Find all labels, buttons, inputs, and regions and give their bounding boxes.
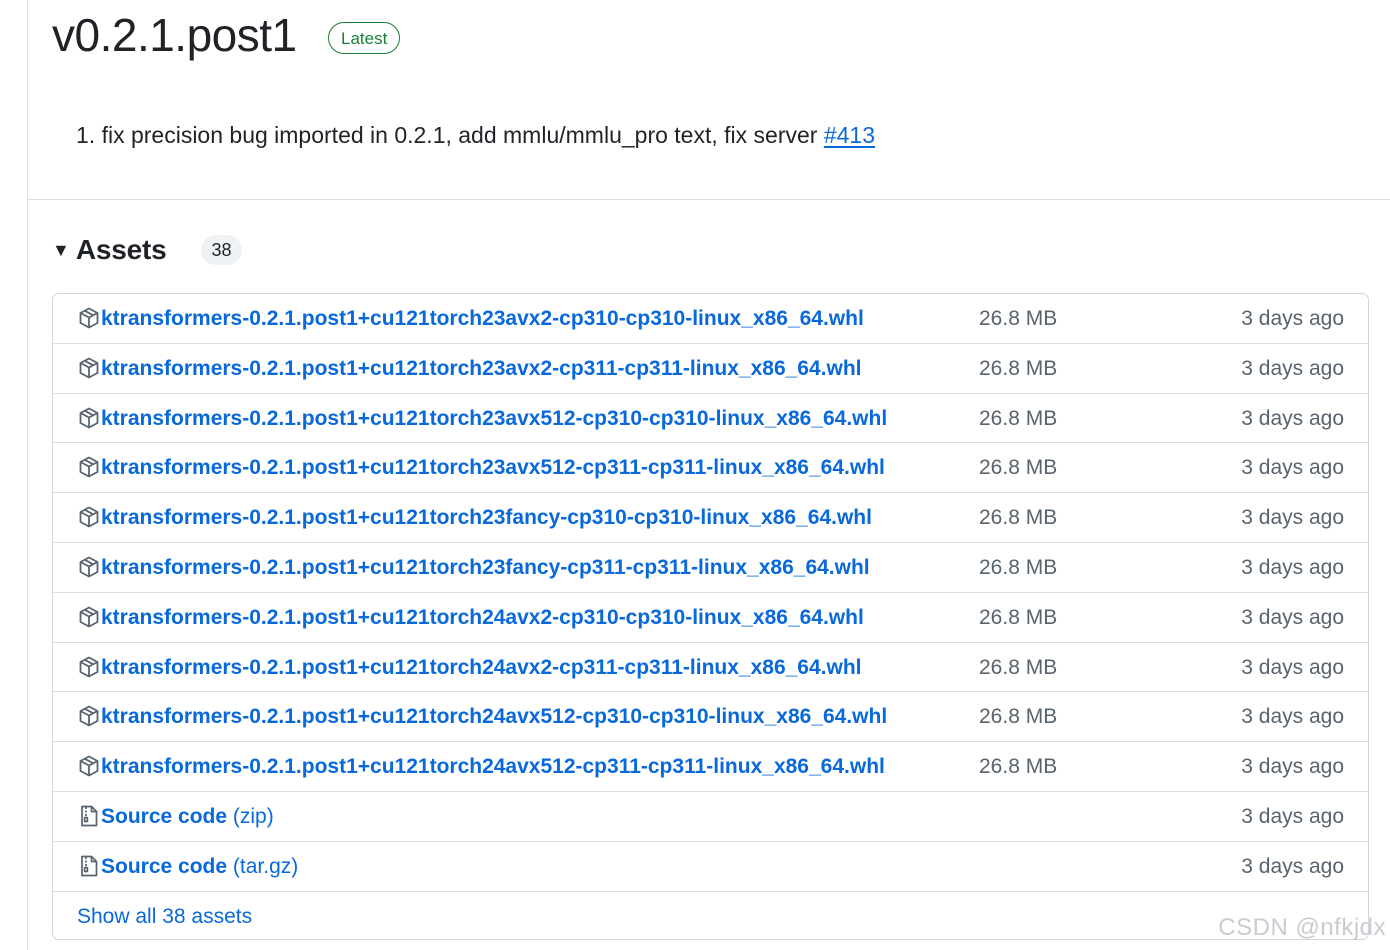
asset-date: 3 days ago xyxy=(1241,555,1344,579)
asset-download-link[interactable]: ktransformers-0.2.1.post1+cu121torch24av… xyxy=(101,692,887,742)
package-icon xyxy=(77,704,101,728)
asset-download-link[interactable]: ktransformers-0.2.1.post1+cu121torch23av… xyxy=(101,443,885,493)
source-code-format: (tar.gz) xyxy=(232,854,299,878)
asset-size: 26.8 MB xyxy=(979,755,1058,779)
asset-download-link[interactable]: ktransformers-0.2.1.post1+cu121torch23av… xyxy=(101,394,887,444)
asset-size: 26.8 MB xyxy=(979,605,1058,629)
watermark: CSDN @nfkjdx xyxy=(1218,914,1386,941)
asset-date: 3 days ago xyxy=(1241,456,1344,480)
source-code-row: Source code (zip) 3 days ago xyxy=(53,792,1368,842)
source-code-label: Source code xyxy=(101,854,228,878)
file-zip-icon xyxy=(77,854,101,878)
release-title[interactable]: v0.2.1.post1 xyxy=(52,4,297,66)
asset-row: ktransformers-0.2.1.post1+cu121torch23av… xyxy=(53,344,1368,394)
asset-size: 26.8 MB xyxy=(979,456,1058,480)
asset-row: ktransformers-0.2.1.post1+cu121torch24av… xyxy=(53,593,1368,643)
asset-download-link[interactable]: ktransformers-0.2.1.post1+cu121torch24av… xyxy=(101,643,862,693)
source-code-label: Source code xyxy=(101,804,228,828)
package-icon xyxy=(77,655,101,679)
show-all-row: Show all 38 assets xyxy=(53,892,1368,939)
asset-download-link[interactable]: ktransformers-0.2.1.post1+cu121torch23av… xyxy=(101,344,862,394)
package-icon xyxy=(77,754,101,778)
package-icon xyxy=(77,455,101,479)
asset-date: 3 days ago xyxy=(1241,506,1344,530)
source-code-row: Source code (tar.gz) 3 days ago xyxy=(53,842,1368,892)
asset-size: 26.8 MB xyxy=(979,307,1058,330)
asset-date: 3 days ago xyxy=(1241,804,1344,828)
asset-row: ktransformers-0.2.1.post1+cu121torch23fa… xyxy=(53,543,1368,593)
section-divider xyxy=(28,199,1390,200)
issue-link[interactable]: #413 xyxy=(824,122,875,148)
asset-row: ktransformers-0.2.1.post1+cu121torch24av… xyxy=(53,643,1368,693)
asset-download-link[interactable]: ktransformers-0.2.1.post1+cu121torch24av… xyxy=(101,593,864,643)
asset-row: ktransformers-0.2.1.post1+cu121torch23av… xyxy=(53,443,1368,494)
asset-row: ktransformers-0.2.1.post1+cu121torch24av… xyxy=(53,742,1368,792)
package-icon xyxy=(77,505,101,529)
source-code-format: (zip) xyxy=(232,804,274,828)
show-all-assets-link[interactable]: Show all 38 assets xyxy=(77,892,252,939)
latest-badge: Latest xyxy=(328,22,401,54)
asset-size: 26.8 MB xyxy=(979,705,1058,729)
assets-title: Assets xyxy=(75,234,167,265)
assets-toggle[interactable]: ▼ Assets 38 xyxy=(52,230,242,270)
asset-date: 3 days ago xyxy=(1241,406,1344,430)
release-page: v0.2.1.post1 Latest 1. fix precision bug… xyxy=(0,0,1390,950)
asset-date: 3 days ago xyxy=(1241,307,1344,330)
asset-size: 26.8 MB xyxy=(979,356,1058,380)
release-notes: 1. fix precision bug imported in 0.2.1, … xyxy=(76,118,875,152)
release-notes-text: 1. fix precision bug imported in 0.2.1, … xyxy=(76,122,824,148)
asset-size: 26.8 MB xyxy=(979,506,1058,530)
asset-row: ktransformers-0.2.1.post1+cu121torch24av… xyxy=(53,692,1368,743)
asset-size: 26.8 MB xyxy=(979,406,1058,430)
asset-size: 26.8 MB xyxy=(979,555,1058,579)
file-zip-icon xyxy=(77,804,101,828)
asset-row: ktransformers-0.2.1.post1+cu121torch23av… xyxy=(53,394,1368,444)
asset-download-link[interactable]: ktransformers-0.2.1.post1+cu121torch23fa… xyxy=(101,493,872,543)
asset-size: 26.8 MB xyxy=(979,655,1058,679)
package-icon xyxy=(77,356,101,380)
source-code-link[interactable]: Source code (tar.gz) xyxy=(101,842,298,892)
package-icon xyxy=(77,306,101,330)
triangle-down-icon: ▼ xyxy=(52,239,70,260)
package-icon xyxy=(77,605,101,629)
asset-date: 3 days ago xyxy=(1241,854,1344,878)
package-icon xyxy=(77,555,101,579)
asset-date: 3 days ago xyxy=(1241,755,1344,779)
asset-date: 3 days ago xyxy=(1241,605,1344,629)
asset-row: ktransformers-0.2.1.post1+cu121torch23fa… xyxy=(53,493,1368,543)
asset-row: ktransformers-0.2.1.post1+cu121torch23av… xyxy=(53,294,1368,344)
package-icon xyxy=(77,406,101,430)
source-code-link[interactable]: Source code (zip) xyxy=(101,792,274,842)
asset-download-link[interactable]: ktransformers-0.2.1.post1+cu121torch24av… xyxy=(101,742,885,792)
asset-download-link[interactable]: ktransformers-0.2.1.post1+cu121torch23av… xyxy=(101,294,864,344)
asset-date: 3 days ago xyxy=(1241,356,1344,380)
asset-date: 3 days ago xyxy=(1241,705,1344,729)
assets-list: ktransformers-0.2.1.post1+cu121torch23av… xyxy=(52,293,1369,940)
asset-download-link[interactable]: ktransformers-0.2.1.post1+cu121torch23fa… xyxy=(101,543,870,593)
left-border xyxy=(27,0,28,950)
assets-count-badge: 38 xyxy=(201,235,242,265)
asset-date: 3 days ago xyxy=(1241,655,1344,679)
